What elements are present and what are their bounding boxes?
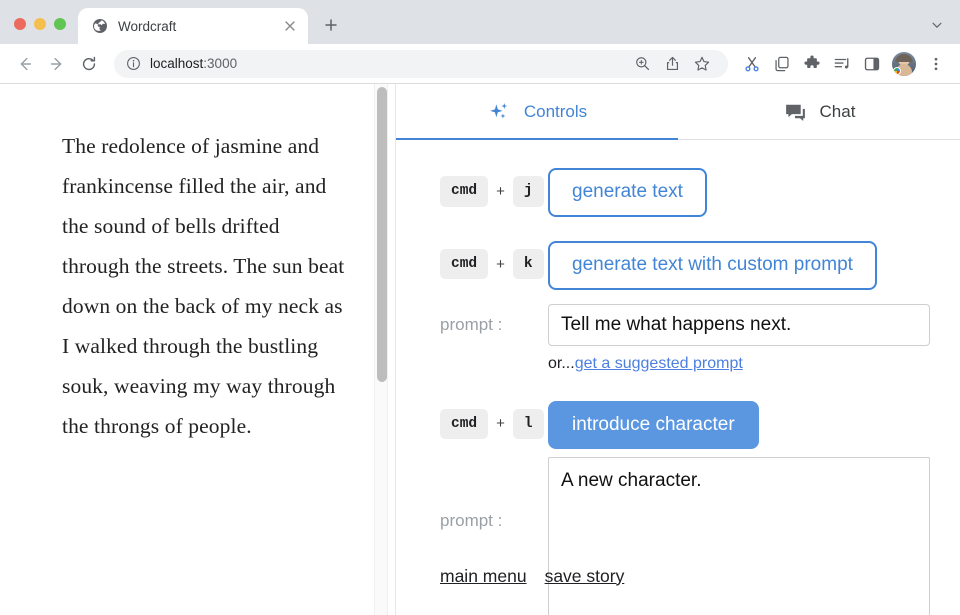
key-modifier: cmd bbox=[440, 176, 489, 207]
zoom-icon[interactable] bbox=[628, 50, 656, 78]
sparkle-icon bbox=[489, 102, 508, 119]
reading-list-icon[interactable] bbox=[828, 50, 856, 78]
side-panel-icon[interactable] bbox=[858, 50, 886, 78]
plus-icon bbox=[325, 19, 337, 31]
close-icon[interactable] bbox=[282, 18, 298, 34]
tab-search-button[interactable] bbox=[930, 18, 960, 44]
tab-chat-label: Chat bbox=[819, 102, 856, 121]
back-button[interactable] bbox=[10, 49, 40, 79]
tab-controls[interactable]: Controls bbox=[396, 84, 678, 140]
controls-body: cmd + j generate text cmd + k generate t… bbox=[396, 140, 960, 615]
address-bar[interactable]: localhost:3000 bbox=[114, 49, 728, 78]
maximize-window-button[interactable] bbox=[54, 18, 66, 30]
forward-button[interactable] bbox=[42, 49, 72, 79]
shortcut-cmd-j: cmd + j bbox=[440, 168, 548, 207]
action-generate-text: cmd + j generate text bbox=[396, 168, 960, 217]
avatar-hair bbox=[895, 54, 913, 63]
suggest-prompt-line: or...get a suggested prompt bbox=[548, 355, 960, 373]
reload-icon bbox=[82, 56, 96, 70]
key-plus: + bbox=[496, 182, 505, 200]
panel-tabs: Controls Chat bbox=[396, 84, 960, 140]
url-text: localhost:3000 bbox=[150, 56, 237, 71]
profile-avatar[interactable] bbox=[892, 51, 916, 76]
key-plus: + bbox=[496, 415, 505, 433]
browser-toolbar: localhost:3000 bbox=[0, 44, 960, 84]
character-prompt-textarea[interactable] bbox=[548, 457, 930, 615]
minimize-window-button[interactable] bbox=[34, 18, 46, 30]
key-letter: k bbox=[512, 248, 544, 280]
new-tab-button[interactable] bbox=[316, 10, 346, 40]
generate-custom-prompt-button[interactable]: generate text with custom prompt bbox=[548, 240, 877, 290]
editor-scrollbar-thumb[interactable] bbox=[377, 87, 387, 382]
action-introduce-character: cmd + l introduce character prompt : bbox=[396, 400, 960, 615]
introduce-character-button[interactable]: introduce character bbox=[548, 400, 759, 450]
bookmark-star-icon[interactable] bbox=[688, 50, 716, 78]
custom-prompt-input[interactable] bbox=[548, 303, 930, 346]
scissors-icon[interactable] bbox=[738, 50, 766, 78]
chat-bubble-icon bbox=[785, 104, 805, 121]
close-window-button[interactable] bbox=[14, 18, 26, 30]
tab-strip: Wordcraft bbox=[0, 0, 960, 44]
editor-scrollbar[interactable] bbox=[374, 84, 388, 615]
url-port: :3000 bbox=[203, 56, 238, 71]
avatar-badge-icon bbox=[893, 66, 901, 75]
or-text: or... bbox=[548, 354, 575, 372]
browser-window: Wordcraft localhost:3000 The redolence o… bbox=[0, 0, 960, 615]
story-text[interactable]: The redolence of jasmine and frankincens… bbox=[0, 84, 396, 446]
custom-prompt-label: prompt : bbox=[440, 314, 503, 334]
globe-icon bbox=[93, 19, 107, 33]
url-host: localhost bbox=[150, 56, 204, 71]
shortcut-cmd-k: cmd + k bbox=[440, 241, 548, 280]
footer-links: main menu save story bbox=[440, 566, 624, 587]
main-menu-link[interactable]: main menu bbox=[440, 566, 527, 587]
arrow-left-icon bbox=[20, 57, 32, 70]
story-editor-pane: The redolence of jasmine and frankincens… bbox=[0, 84, 396, 615]
omnibox-actions bbox=[628, 50, 716, 78]
page-content: The redolence of jasmine and frankincens… bbox=[0, 84, 960, 615]
more-vertical-icon[interactable] bbox=[922, 50, 950, 78]
share-icon[interactable] bbox=[658, 50, 686, 78]
window-controls bbox=[0, 18, 78, 44]
controls-pane: Controls Chat cmd + j generate text cmd … bbox=[396, 84, 960, 615]
key-plus: + bbox=[496, 255, 505, 273]
chevron-down-icon bbox=[932, 22, 942, 28]
get-suggested-prompt-link[interactable]: get a suggested prompt bbox=[575, 355, 743, 372]
character-prompt-spacer bbox=[440, 457, 548, 615]
key-letter: l bbox=[512, 408, 544, 440]
key-modifier: cmd bbox=[440, 408, 489, 440]
browser-tab[interactable]: Wordcraft bbox=[78, 8, 308, 44]
character-prompt-row bbox=[396, 457, 960, 615]
tab-controls-label: Controls bbox=[523, 102, 588, 121]
tab-chat[interactable]: Chat bbox=[678, 84, 960, 140]
arrow-right-icon bbox=[50, 57, 62, 70]
copy-icon[interactable] bbox=[768, 50, 796, 78]
key-modifier: cmd bbox=[440, 248, 489, 280]
extensions-puzzle-icon[interactable] bbox=[798, 50, 826, 78]
action-generate-custom: cmd + k generate text with custom prompt bbox=[396, 240, 960, 290]
reload-button[interactable] bbox=[74, 49, 104, 79]
save-story-link[interactable]: save story bbox=[545, 566, 625, 587]
shortcut-cmd-l: cmd + l bbox=[440, 401, 548, 440]
tab-title: Wordcraft bbox=[118, 18, 177, 34]
key-letter: j bbox=[512, 176, 544, 207]
character-prompt-label: prompt : bbox=[440, 510, 503, 530]
info-circle-icon[interactable] bbox=[126, 56, 141, 71]
generate-text-button[interactable]: generate text bbox=[548, 168, 707, 217]
custom-prompt-row: prompt : bbox=[396, 303, 960, 346]
introduce-character-row: cmd + l introduce character bbox=[396, 400, 960, 450]
